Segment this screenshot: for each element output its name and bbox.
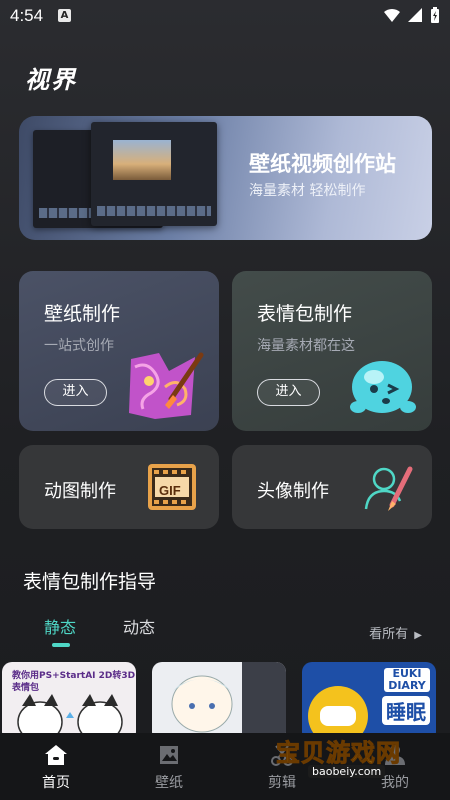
- status-icons: [384, 7, 440, 23]
- tab-dynamic[interactable]: 动态: [123, 614, 155, 638]
- signal-icon: [384, 8, 400, 22]
- image-icon: [160, 746, 178, 764]
- cell-icon: [408, 8, 422, 22]
- banner-subtitle: 海量素材 轻松制作: [249, 183, 366, 199]
- home-icon: [45, 745, 67, 765]
- promo-banner[interactable]: 壁纸视频创作站 海量素材 轻松制作: [19, 116, 432, 240]
- see-all-label: 看所有: [369, 627, 409, 642]
- slime-mascot-icon: [350, 361, 416, 413]
- guide-thumbnail[interactable]: [152, 662, 286, 742]
- nav-home[interactable]: 首页: [11, 733, 101, 800]
- tab-static[interactable]: 静态: [44, 614, 76, 638]
- banner-title: 壁纸视频创作站: [249, 152, 396, 176]
- nav-label: 首页: [42, 775, 70, 791]
- guide-thumbnail[interactable]: EUKI DIARY 睡眠: [302, 662, 436, 742]
- editor-screenshot-front: [91, 122, 217, 226]
- card-title: 壁纸制作: [44, 303, 121, 325]
- watermark-text: 宝贝游戏网: [276, 739, 401, 768]
- watermark-url: baobeiy.com: [308, 765, 386, 778]
- see-all-link[interactable]: 看所有 ▶: [369, 623, 422, 642]
- tab-indicator: [52, 643, 70, 647]
- thumbnail-caption: 教你用PS+StartAI 2D转3D表情包: [12, 671, 136, 693]
- paint-canvas-icon: [129, 352, 204, 419]
- emoji-maker-card[interactable]: 表情包制作 海量素材都在这 进入: [232, 271, 432, 431]
- character-illustration: [171, 662, 286, 742]
- battery-icon: [431, 7, 439, 23]
- gif-badge: GIF: [159, 483, 181, 498]
- card-subtitle: 海量素材都在这: [257, 338, 355, 354]
- card-title: 头像制作: [257, 481, 329, 502]
- status-time: 4:54: [10, 6, 44, 25]
- card-title: 表情包制作: [257, 303, 353, 325]
- notification-icon: A: [58, 9, 71, 22]
- avatar-pen-icon: [364, 466, 413, 511]
- emoji-enter-button[interactable]: 进入: [257, 379, 320, 406]
- nav-label: 壁纸: [155, 775, 183, 791]
- guide-section-title: 表情包制作指导: [23, 571, 157, 593]
- card-subtitle: 一站式创作: [44, 338, 114, 354]
- avatar-maker-card[interactable]: 头像制作: [232, 445, 432, 529]
- guide-thumbnail[interactable]: 教你用PS+StartAI 2D转3D表情包: [2, 662, 136, 742]
- chevron-right-icon: ▶: [414, 630, 422, 641]
- thumbnail-caption: EUKI DIARY: [384, 668, 430, 692]
- thumbnail-label: 睡眠: [382, 696, 430, 725]
- card-title: 动图制作: [44, 481, 116, 502]
- wallpaper-enter-button[interactable]: 进入: [44, 379, 107, 406]
- wallpaper-maker-card[interactable]: 壁纸制作 一站式创作 进入: [19, 271, 219, 431]
- nav-wallpaper[interactable]: 壁纸: [124, 733, 214, 800]
- status-bar: 4:54 A: [0, 0, 450, 32]
- character-illustration: [308, 686, 368, 742]
- app-title: 视界: [25, 66, 77, 94]
- watermark: 宝贝游戏网 baobeiy.com: [272, 733, 422, 783]
- gif-maker-card[interactable]: 动图制作 GIF: [19, 445, 219, 529]
